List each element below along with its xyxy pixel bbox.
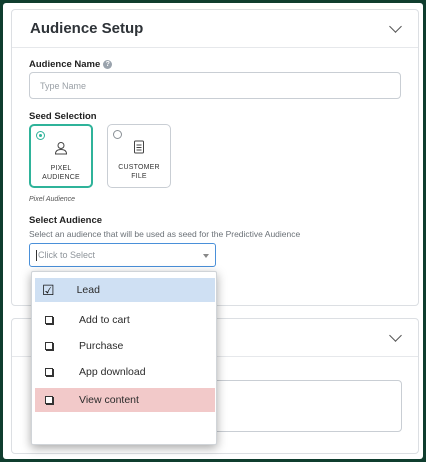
- audience-name-placeholder: Type Name: [40, 80, 87, 91]
- chevron-down-icon[interactable]: [389, 329, 402, 342]
- audience-options-list: ☑ Lead Add to cart Purchase App download…: [31, 271, 217, 445]
- list-item[interactable]: Purchase: [35, 334, 215, 358]
- text-cursor: [36, 249, 37, 261]
- chevron-down-icon[interactable]: [389, 20, 402, 33]
- audience-setup-card: Audience Setup Audience Name? Type Name …: [11, 9, 419, 306]
- select-placeholder: Click to Select: [38, 250, 96, 260]
- list-item[interactable]: App download: [35, 360, 215, 384]
- option-label: View content: [79, 394, 139, 406]
- seed-option-line1: PIXEL: [50, 165, 72, 172]
- caret-down-icon[interactable]: [203, 254, 209, 258]
- audience-setup-header[interactable]: Audience Setup: [12, 10, 418, 48]
- seed-option-customer-file[interactable]: CUSTOMER FILE: [107, 124, 171, 188]
- user-icon: [54, 142, 68, 155]
- seed-option-line1: CUSTOMER: [118, 164, 160, 171]
- app-frame: Audience Setup Audience Name? Type Name …: [3, 3, 423, 459]
- list-item[interactable]: View content: [35, 388, 215, 412]
- select-audience-dropdown[interactable]: Click to Select: [29, 243, 216, 267]
- select-audience-label: Select Audience: [29, 215, 103, 226]
- audience-name-label-text: Audience Name: [29, 59, 101, 70]
- checkbox-icon[interactable]: [45, 368, 53, 376]
- list-item[interactable]: Add to cart: [35, 308, 215, 332]
- option-label: Lead: [76, 284, 100, 296]
- seed-option-line2: FILE: [131, 173, 147, 180]
- seed-option-label: PIXEL AUDIENCE: [31, 164, 91, 182]
- audience-name-label: Audience Name?: [29, 59, 113, 70]
- list-item[interactable]: ☑ Lead: [35, 278, 215, 302]
- option-label: App download: [79, 366, 146, 378]
- card-title: Audience Setup: [30, 20, 144, 37]
- seed-hint: Pixel Audience: [29, 196, 76, 203]
- radio-selected[interactable]: [36, 131, 45, 140]
- checkbox-icon[interactable]: [45, 316, 53, 324]
- select-audience-description: Select an audience that will be used as …: [29, 229, 301, 239]
- seed-option-pixel-audience[interactable]: PIXEL AUDIENCE: [29, 124, 93, 188]
- seed-option-line2: AUDIENCE: [42, 174, 80, 181]
- checkbox-icon[interactable]: [45, 396, 53, 404]
- option-label: Purchase: [79, 340, 124, 352]
- help-icon[interactable]: ?: [103, 59, 113, 69]
- seed-selection-label: Seed Selection: [29, 111, 97, 122]
- seed-option-label: CUSTOMER FILE: [108, 163, 170, 181]
- option-label: Add to cart: [79, 314, 130, 326]
- audience-name-input[interactable]: Type Name: [29, 72, 401, 99]
- checkbox-icon[interactable]: [45, 342, 53, 350]
- document-icon: [134, 140, 144, 154]
- checked-checkbox-icon[interactable]: ☑: [42, 283, 55, 297]
- radio-unselected[interactable]: [113, 130, 122, 139]
